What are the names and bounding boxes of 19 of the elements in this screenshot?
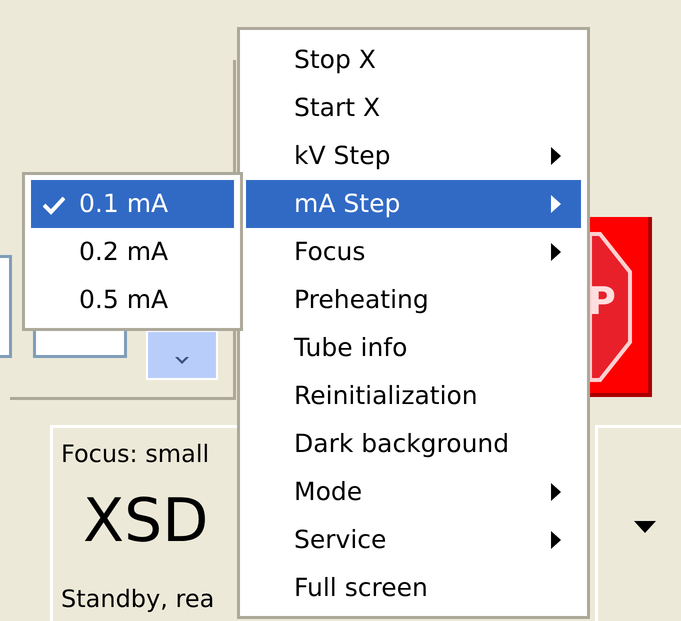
menu-item[interactable]: 0.5 mA bbox=[31, 276, 234, 324]
chevron-down-icon bbox=[174, 356, 190, 366]
menu-item[interactable]: kV Step bbox=[246, 132, 581, 180]
menu-item[interactable]: Service bbox=[246, 516, 581, 564]
menu-item[interactable]: Full screen bbox=[246, 564, 581, 612]
menu-item[interactable]: mA Step bbox=[246, 180, 581, 228]
device-label: XSD bbox=[83, 486, 208, 556]
menu-item[interactable]: Start X bbox=[246, 84, 581, 132]
dropdown-button[interactable] bbox=[146, 330, 218, 380]
input-field[interactable] bbox=[33, 330, 127, 358]
menu-item[interactable]: 0.1 mA bbox=[31, 180, 234, 228]
caret-down-icon bbox=[634, 520, 656, 532]
focus-label: Focus: small bbox=[61, 440, 210, 468]
menu-item[interactable]: Dark background bbox=[246, 420, 581, 468]
menu-item[interactable]: 0.2 mA bbox=[31, 228, 234, 276]
menu-item[interactable]: Stop X bbox=[246, 36, 581, 84]
input-field[interactable] bbox=[0, 255, 12, 358]
status-label: Standby, rea bbox=[61, 585, 214, 613]
menu-item[interactable]: Mode bbox=[246, 468, 581, 516]
